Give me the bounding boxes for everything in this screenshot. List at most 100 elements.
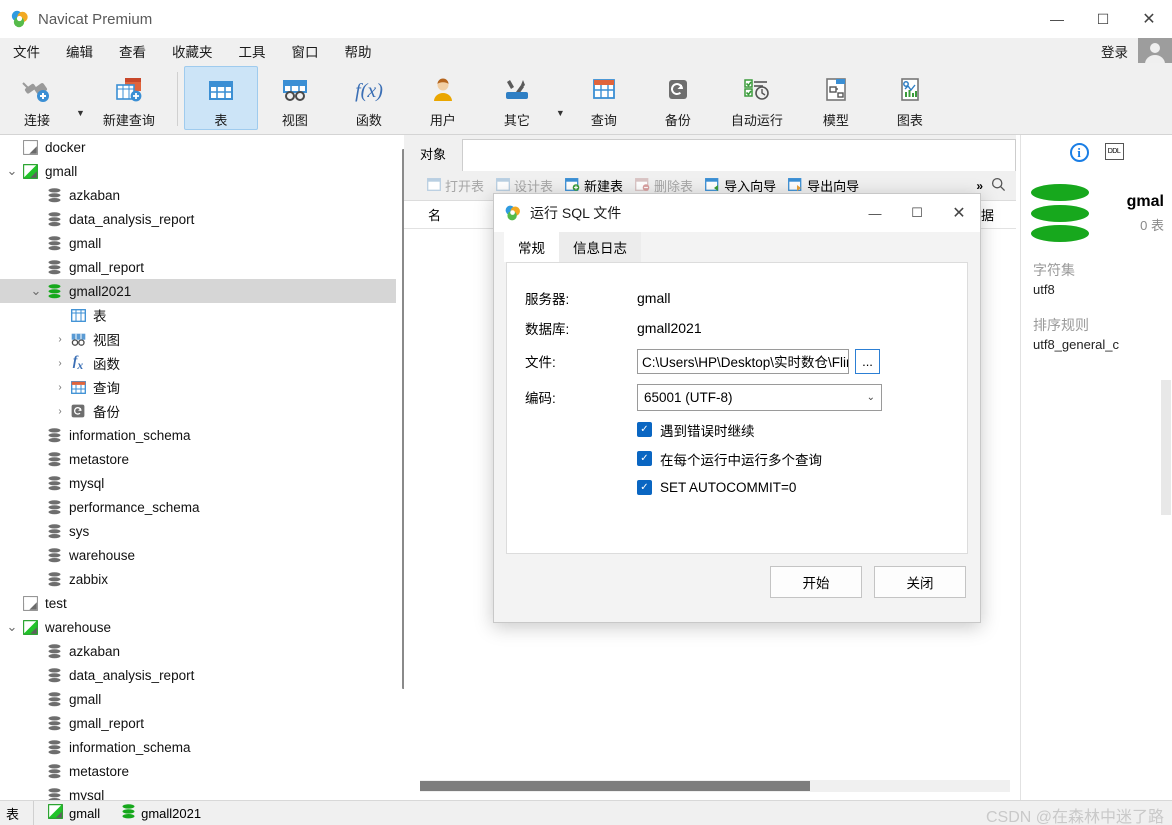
menu-window[interactable]: 窗口	[279, 38, 332, 64]
info-icon[interactable]: i	[1069, 143, 1089, 162]
checkbox-autocommit[interactable]: ✓	[637, 480, 652, 495]
expand-chevron-icon[interactable]: ›	[52, 334, 68, 345]
start-button[interactable]: 开始	[770, 566, 862, 598]
checkbox-multiple-queries-label: 在每个运行中运行多个查询	[660, 452, 822, 468]
maximize-button[interactable]: ☐	[1080, 0, 1126, 38]
ribbon-function[interactable]: f(x) 函数	[332, 66, 406, 130]
ribbon-connection[interactable]: 连接	[0, 66, 74, 130]
other-icon	[501, 73, 533, 107]
tree-item-test[interactable]: test	[0, 591, 396, 615]
checkbox-continue-on-error[interactable]: ✓	[637, 422, 652, 437]
dialog-window-buttons: — ☐ ✕	[854, 194, 980, 232]
ribbon-model-label: 模型	[822, 113, 849, 128]
tree-item-gmall[interactable]: gmall	[0, 687, 396, 711]
tree-item-gmall[interactable]: gmall	[0, 231, 396, 255]
tree-item-metastore[interactable]: metastore	[0, 759, 396, 783]
connection-tree[interactable]: docker ⌄ gmall azkaban data_analysis_report g…	[0, 135, 396, 800]
database-icon	[44, 475, 64, 491]
tree-item-label: docker	[45, 139, 86, 155]
ribbon-query[interactable]: 查询	[567, 66, 641, 130]
tree-item-metastore[interactable]: metastore	[0, 447, 396, 471]
ribbon-automation[interactable]: 自动运行	[715, 66, 799, 130]
tree-item-warehouse[interactable]: warehouse	[0, 543, 396, 567]
login-link[interactable]: 登录	[1091, 41, 1138, 61]
tree-item-information_schema[interactable]: information_schema	[0, 735, 396, 759]
checkbox-autocommit-label: SET AUTOCOMMIT=0	[660, 480, 797, 495]
status-connection[interactable]: gmall	[48, 804, 100, 822]
ribbon-backup[interactable]: 备份	[641, 66, 715, 130]
close-dialog-button[interactable]: 关闭	[874, 566, 966, 598]
info-panel-scrollbar[interactable]	[1161, 380, 1171, 515]
expand-chevron-icon[interactable]: ⌄	[4, 620, 20, 633]
tree-item-label: metastore	[69, 763, 130, 779]
expand-chevron-icon[interactable]: ›	[52, 406, 68, 417]
tree-item-warehouse[interactable]: ⌄ warehouse	[0, 615, 396, 639]
menu-file[interactable]: 文件	[0, 38, 53, 64]
menu-view[interactable]: 查看	[106, 38, 159, 64]
checkbox-row-autocommit[interactable]: ✓ SET AUTOCOMMIT=0	[507, 473, 967, 502]
tree-item-gmall2021[interactable]: ⌄ gmall2021	[0, 279, 396, 303]
tree-item--[interactable]: 表	[0, 303, 396, 327]
tree-item-gmall_report[interactable]: gmall_report	[0, 711, 396, 735]
ribbon-model[interactable]: 模型	[799, 66, 873, 130]
tree-item-docker[interactable]: docker	[0, 135, 396, 159]
tree-item-mysql[interactable]: mysql	[0, 471, 396, 495]
ribbon-table[interactable]: 表	[183, 66, 258, 130]
ribbon-user[interactable]: 用户	[406, 66, 480, 130]
tree-item-data_analysis_report[interactable]: data_analysis_report	[0, 207, 396, 231]
tree-item-sys[interactable]: sys	[0, 519, 396, 543]
ribbon-view[interactable]: 视图	[258, 66, 332, 130]
tree-item-gmall_report[interactable]: gmall_report	[0, 255, 396, 279]
dialog-minimize-button[interactable]: —	[854, 194, 896, 232]
other-dropdown-caret-icon[interactable]: ▼	[556, 82, 565, 118]
automation-icon	[741, 73, 773, 107]
toolbar-overflow-icon[interactable]: »	[976, 179, 989, 193]
dialog-maximize-button[interactable]: ☐	[896, 194, 938, 232]
expand-chevron-icon[interactable]: ⌄	[28, 284, 44, 297]
tab-general[interactable]: 常规	[504, 232, 559, 262]
main-hscrollbar-thumb[interactable]	[420, 781, 810, 791]
browse-file-button[interactable]: ...	[855, 348, 880, 374]
tree-item-mysql[interactable]: mysql	[0, 783, 396, 800]
expand-chevron-icon[interactable]: ›	[52, 358, 68, 369]
checkbox-row-continue-on-error[interactable]: ✓ 遇到错误时继续	[507, 415, 967, 444]
avatar[interactable]	[1138, 38, 1172, 63]
ddl-icon[interactable]: DDL	[1104, 143, 1124, 160]
tree-item-performance_schema[interactable]: performance_schema	[0, 495, 396, 519]
file-path-input[interactable]: C:\Users\HP\Desktop\实时数仓\Flink实时数	[637, 348, 849, 374]
expand-chevron-icon[interactable]: ⌄	[4, 164, 20, 177]
ribbon-new-query[interactable]: 新建查询	[87, 66, 171, 130]
dialog-close-button[interactable]: ✕	[938, 194, 980, 232]
menu-favorites[interactable]: 收藏夹	[159, 38, 226, 64]
tree-item-data_analysis_report[interactable]: data_analysis_report	[0, 663, 396, 687]
menu-tools[interactable]: 工具	[226, 38, 279, 64]
tree-item--[interactable]: › 备份	[0, 399, 396, 423]
tree-item-zabbix[interactable]: zabbix	[0, 567, 396, 591]
search-icon[interactable]	[991, 177, 1016, 195]
database-icon	[44, 259, 64, 275]
tree-item--[interactable]: › fx 函数	[0, 351, 396, 375]
menu-help[interactable]: 帮助	[332, 38, 385, 64]
tree-item-azkaban[interactable]: azkaban	[0, 639, 396, 663]
tree-item-azkaban[interactable]: azkaban	[0, 183, 396, 207]
menu-edit[interactable]: 编辑	[53, 38, 106, 64]
ribbon-chart[interactable]: 图表	[873, 66, 947, 130]
connection-dropdown-caret-icon[interactable]: ▼	[76, 82, 85, 118]
delete-table-icon	[635, 177, 650, 194]
tree-item--[interactable]: › 查询	[0, 375, 396, 399]
object-tab-bar: 对象	[404, 135, 1016, 171]
expand-chevron-icon[interactable]: ›	[52, 382, 68, 393]
ribbon-other[interactable]: 其它	[480, 66, 554, 130]
open-table-button[interactable]: 打开表	[422, 174, 489, 197]
close-button[interactable]: ✕	[1126, 0, 1172, 38]
checkbox-multiple-queries[interactable]: ✓	[637, 451, 652, 466]
encoding-select[interactable]: 65001 (UTF-8) ⌄	[637, 383, 882, 411]
tree-item-information_schema[interactable]: information_schema	[0, 423, 396, 447]
tree-item--[interactable]: › 视图	[0, 327, 396, 351]
status-database[interactable]: gmall2021	[122, 804, 201, 822]
tab-message-log[interactable]: 信息日志	[559, 232, 641, 262]
checkbox-row-multiple-queries[interactable]: ✓ 在每个运行中运行多个查询	[507, 444, 967, 473]
tree-item-gmall[interactable]: ⌄ gmall	[0, 159, 396, 183]
minimize-button[interactable]: —	[1034, 0, 1080, 38]
tab-object[interactable]: 对象	[404, 135, 463, 171]
